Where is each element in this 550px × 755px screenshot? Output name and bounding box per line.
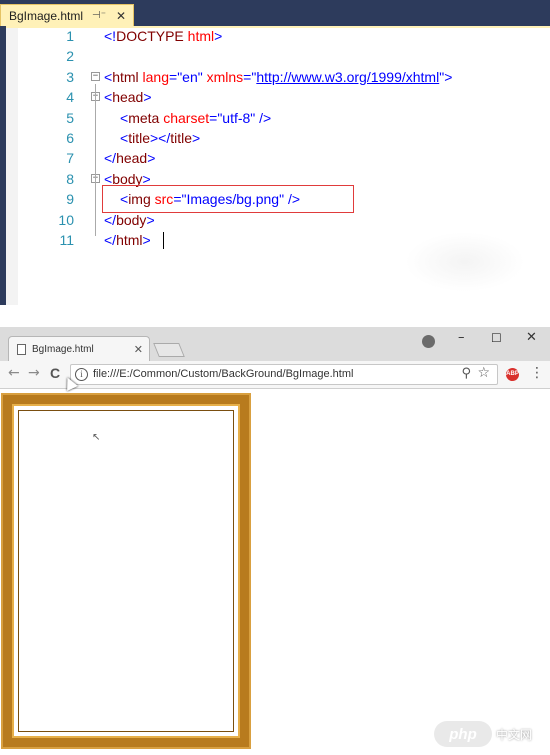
code-line[interactable]: 3− <html lang="en" xmlns="http://www.w3.o… <box>0 67 550 87</box>
code-line[interactable]: 7 </head> <box>0 148 550 168</box>
code-token: meta <box>128 109 164 126</box>
code-line[interactable]: 4−<head> <box>0 87 550 107</box>
code-line[interactable]: 2 <box>0 46 550 66</box>
pin-icon[interactable]: ⊣⁻ <box>92 10 106 21</box>
code-token: > <box>142 232 151 248</box>
code-token: title <box>170 130 193 146</box>
code-token: html <box>187 28 215 44</box>
maximize-button[interactable]: ☐ <box>491 331 502 345</box>
page-viewport: ↖ <box>0 390 550 755</box>
separator <box>0 305 550 327</box>
line-number: 3 <box>66 68 74 85</box>
code-token: "en" <box>177 68 207 85</box>
code-token: head <box>116 150 148 167</box>
code-token: lang <box>142 68 169 85</box>
code-token: DOCTYPE <box>116 28 188 44</box>
back-button[interactable]: ← <box>8 365 20 381</box>
minimize-button[interactable]: – <box>458 330 465 345</box>
code-token: > <box>147 150 156 167</box>
text-caret <box>163 232 164 249</box>
background-frame-image <box>3 395 249 747</box>
editor-tab-label: BgImage.html <box>9 8 84 23</box>
line-number: 11 <box>59 232 74 248</box>
code-editor: BgImage.html ⊣⁻ ✕ 1 <!DOCTYPE html> 2 3− <ht… <box>0 0 550 305</box>
code-token: < <box>104 89 113 106</box>
code-text[interactable]: </head> <box>104 148 155 168</box>
browser-toolbar: ← → C i file:///E:/Common/Custom/BackGro… <box>0 361 550 389</box>
new-tab-button[interactable] <box>153 343 185 357</box>
url-text[interactable]: file:///E:/Common/Custom/BackGround/BgIm… <box>93 368 353 380</box>
line-number: 10 <box>58 211 74 228</box>
reload-button[interactable]: C <box>50 365 60 381</box>
code-token: < <box>104 68 113 85</box>
fold-toggle-icon[interactable]: − <box>91 71 100 81</box>
search-icon[interactable]: ⚲ <box>461 366 471 381</box>
editor-tab[interactable]: BgImage.html ⊣⁻ ✕ <box>0 4 134 26</box>
line-number: 6 <box>66 130 74 146</box>
highlight-box <box>102 185 354 213</box>
line-number: 1 <box>66 28 74 44</box>
code-line[interactable]: 6 <title></title> <box>0 128 550 148</box>
code-token: title <box>128 130 150 146</box>
line-number: 2 <box>66 48 74 65</box>
code-token: head <box>112 89 144 106</box>
line-number: 4 <box>66 89 74 106</box>
code-token: html <box>112 68 143 85</box>
code-text[interactable]: <title></title> <box>120 128 200 148</box>
document-icon <box>17 343 26 355</box>
code-token: /> <box>259 109 272 126</box>
menu-icon[interactable]: ⋮ <box>530 365 544 381</box>
code-token: xmlns <box>206 68 244 85</box>
code-token: </ <box>104 211 117 228</box>
watermark-text: 中文网 <box>496 727 533 742</box>
code-token: </ <box>104 232 117 248</box>
adblock-icon[interactable]: ABP <box>506 368 519 381</box>
code-text[interactable]: <meta charset="utf-8" /> <box>120 108 271 128</box>
code-token: > <box>143 89 152 106</box>
code-token: < <box>120 130 129 146</box>
code-token: charset <box>163 109 210 126</box>
code-token: <! <box>104 28 117 44</box>
line-number: 8 <box>66 170 74 187</box>
code-token: html <box>116 232 143 248</box>
code-text[interactable]: <html lang="en" xmlns="http://www.w3.org… <box>104 67 452 87</box>
browser-window: BgImage.html ✕ – ☐ ✕ ← → C i file:///E:/… <box>0 327 550 755</box>
code-token: body <box>116 211 147 228</box>
profile-icon[interactable] <box>422 335 435 348</box>
code-token: ></ <box>149 130 171 146</box>
code-text[interactable]: <head> <box>104 87 152 107</box>
fold-guide <box>95 84 96 236</box>
code-token: http://www.w3.org/1999/xhtml <box>256 68 440 85</box>
star-icon[interactable]: ☆ <box>477 365 490 381</box>
close-icon[interactable]: ✕ <box>116 9 126 23</box>
info-icon[interactable]: i <box>75 368 88 381</box>
blurred-area <box>405 232 525 292</box>
address-bar[interactable]: i file:///E:/Common/Custom/BackGround/Bg… <box>70 364 498 385</box>
mouse-cursor-icon: ↖ <box>92 432 101 443</box>
code-token: > <box>146 211 155 228</box>
code-token: > <box>192 130 201 146</box>
browser-titlebar: BgImage.html ✕ – ☐ ✕ <box>0 327 550 361</box>
code-line[interactable]: 1 <!DOCTYPE html> <box>0 26 550 46</box>
code-text[interactable]: </html> <box>104 230 151 250</box>
forward-button[interactable]: → <box>28 365 40 381</box>
code-token: "utf-8" <box>217 109 260 126</box>
line-number: 5 <box>66 109 74 126</box>
code-line[interactable]: 5 <meta charset="utf-8" /> <box>0 108 550 128</box>
code-token: < <box>120 109 129 126</box>
close-tab-icon[interactable]: ✕ <box>134 343 143 356</box>
line-number: 9 <box>66 191 74 208</box>
browser-tab[interactable]: BgImage.html ✕ <box>8 336 150 361</box>
watermark-logo: php <box>434 721 492 747</box>
code-token: > <box>214 28 223 44</box>
browser-tab-title: BgImage.html <box>32 343 94 355</box>
watermark: php 中文网 <box>434 718 544 750</box>
code-token: = <box>169 68 178 85</box>
code-token: </ <box>104 150 117 167</box>
code-text[interactable]: <!DOCTYPE html> <box>104 26 222 46</box>
frame-inner-border <box>18 410 234 732</box>
line-number: 7 <box>66 150 74 167</box>
code-token: > <box>444 68 453 85</box>
close-window-button[interactable]: ✕ <box>526 330 537 345</box>
